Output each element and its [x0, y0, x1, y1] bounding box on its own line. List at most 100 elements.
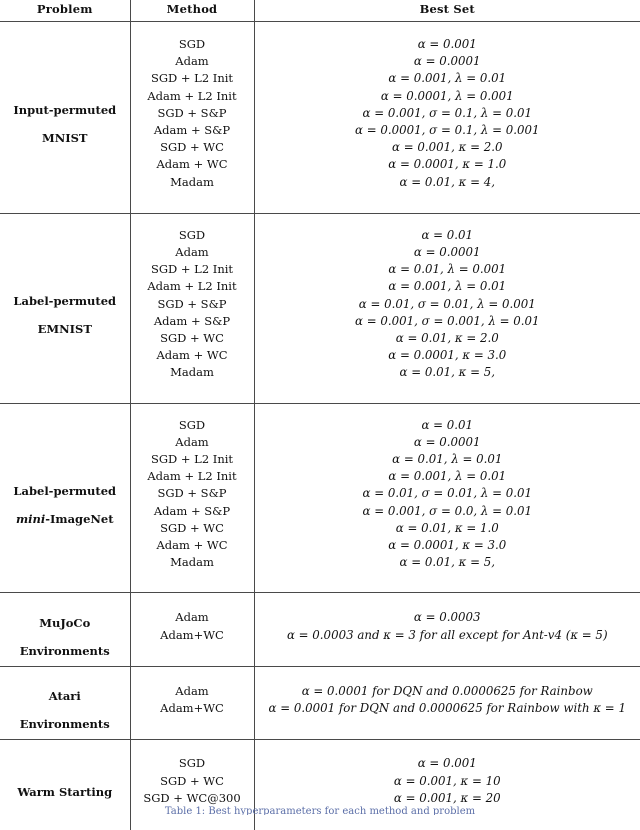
problem-label-line1: MuJoCo: [39, 616, 90, 630]
best-set-item: α = 0.01, κ = 2.0: [255, 330, 640, 347]
table-row: Warm Starting SGD SGD + WC SGD + WC@300 …: [0, 740, 640, 830]
best-set-list: α = 0.0001 for DQN and 0.0000625 for Rai…: [255, 667, 640, 739]
best-set-item: α = 0.001, λ = 0.01: [255, 278, 640, 295]
problem-label-line2: EMNIST: [38, 322, 92, 336]
best-set-cell: α = 0.0003 α = 0.0003 and κ = 3 for all …: [254, 593, 640, 666]
table-page: Problem Method Best Set Input-permuted M…: [0, 0, 640, 815]
best-set-cell: α = 0.001 α = 0.0001 α = 0.001, λ = 0.01…: [254, 22, 640, 214]
method-item: Adam+WC: [131, 627, 254, 644]
method-item: Adam + L2 Init: [131, 278, 254, 295]
method-list: Adam Adam+WC: [131, 593, 254, 665]
best-set-item: α = 0.0001, κ = 3.0: [255, 347, 640, 364]
best-set-item: α = 0.01, κ = 1.0: [255, 520, 640, 537]
best-set-item: α = 0.0001, λ = 0.001: [255, 88, 640, 105]
problem-label-line1: Warm Starting: [17, 785, 112, 799]
problem-label-input-permuted-mnist: Input-permuted MNIST: [0, 89, 130, 145]
best-set-item: α = 0.01, σ = 0.01, λ = 0.01: [255, 485, 640, 502]
method-item: Adam + L2 Init: [131, 88, 254, 105]
best-set-item: α = 0.0001: [255, 434, 640, 451]
method-item: SGD: [131, 227, 254, 244]
best-set-item: α = 0.0001 for DQN and 0.0000625 for Rai…: [255, 683, 640, 700]
method-item: Adam: [131, 434, 254, 451]
best-set-list: α = 0.001 α = 0.0001 α = 0.001, λ = 0.01…: [255, 22, 640, 213]
problem-label-line2: MNIST: [42, 131, 87, 145]
problem-cell: Warm Starting: [0, 740, 130, 830]
method-cell: SGD Adam SGD + L2 Init Adam + L2 Init SG…: [130, 22, 254, 214]
best-set-cell: α = 0.001 α = 0.001, κ = 10 α = 0.001, κ…: [254, 740, 640, 830]
best-set-item: α = 0.0003: [255, 609, 640, 626]
best-set-item: α = 0.01, κ = 4,: [255, 174, 640, 191]
method-item: Adam + S&P: [131, 313, 254, 330]
table-row: Label-permuted EMNIST SGD Adam SGD + L2 …: [0, 213, 640, 403]
method-item: Adam: [131, 53, 254, 70]
problem-cell: Atari Environments: [0, 666, 130, 739]
column-header-problem: Problem: [0, 0, 130, 22]
best-set-item: α = 0.01: [255, 227, 640, 244]
method-item: Adam + S&P: [131, 503, 254, 520]
best-set-item: α = 0.0001 for DQN and 0.0000625 for Rai…: [255, 700, 640, 717]
method-list: SGD Adam SGD + L2 Init Adam + L2 Init SG…: [131, 214, 254, 403]
table-row: Label-permuted mini-ImageNet SGD Adam SG…: [0, 403, 640, 593]
method-cell: SGD Adam SGD + L2 Init Adam + L2 Init SG…: [130, 213, 254, 403]
method-item: SGD + WC: [131, 773, 254, 790]
problem-label-mujoco-environments: MuJoCo Environments: [0, 602, 130, 658]
best-set-list: α = 0.0003 α = 0.0003 and κ = 3 for all …: [255, 593, 640, 665]
method-cell: SGD Adam SGD + L2 Init Adam + L2 Init SG…: [130, 403, 254, 593]
best-set-cell: α = 0.01 α = 0.0001 α = 0.01, λ = 0.001 …: [254, 213, 640, 403]
method-item: SGD + WC: [131, 139, 254, 156]
problem-label-line2: Environments: [20, 644, 110, 658]
method-item: SGD + WC: [131, 520, 254, 537]
best-set-item: α = 0.001, κ = 20: [255, 790, 640, 807]
table-caption: Table 1: Best hyperparameters for each m…: [0, 806, 640, 815]
table-header: Problem Method Best Set: [0, 0, 640, 22]
best-set-item: α = 0.0001, σ = 0.1, λ = 0.001: [255, 122, 640, 139]
problem-label-line1: Input-permuted: [13, 103, 116, 117]
best-set-item: α = 0.01, κ = 5,: [255, 554, 640, 571]
method-item: SGD + S&P: [131, 296, 254, 313]
problem-label-line1: Label-permuted: [13, 484, 116, 498]
method-cell: SGD SGD + WC SGD + WC@300: [130, 740, 254, 830]
problem-label-label-permuted-mini-imagenet: Label-permuted mini-ImageNet: [0, 470, 130, 526]
table-row: Input-permuted MNIST SGD Adam SGD + L2 I…: [0, 22, 640, 214]
method-list: SGD Adam SGD + L2 Init Adam + L2 Init SG…: [131, 404, 254, 593]
method-item: SGD + L2 Init: [131, 70, 254, 87]
table-row: Atari Environments Adam Adam+WC α = 0.00…: [0, 666, 640, 739]
method-item: Adam: [131, 683, 254, 700]
best-set-item: α = 0.0001: [255, 53, 640, 70]
table-row: MuJoCo Environments Adam Adam+WC α = 0.0…: [0, 593, 640, 666]
problem-cell: MuJoCo Environments: [0, 593, 130, 666]
method-list: Adam Adam+WC: [131, 667, 254, 739]
method-list: SGD Adam SGD + L2 Init Adam + L2 Init SG…: [131, 22, 254, 213]
method-item: SGD + S&P: [131, 485, 254, 502]
problem-label-italic-prefix: mini: [16, 512, 45, 526]
method-item: Adam + WC: [131, 156, 254, 173]
method-item: Adam + WC: [131, 537, 254, 554]
best-set-item: α = 0.01, κ = 5,: [255, 364, 640, 381]
method-item: Madam: [131, 174, 254, 191]
method-item: Adam+WC: [131, 700, 254, 717]
method-item: SGD: [131, 417, 254, 434]
problem-cell: Label-permuted EMNIST: [0, 213, 130, 403]
problem-cell: Input-permuted MNIST: [0, 22, 130, 214]
best-set-item: α = 0.001, σ = 0.0, λ = 0.01: [255, 503, 640, 520]
best-set-item: α = 0.01, σ = 0.01, λ = 0.001: [255, 296, 640, 313]
best-set-item: α = 0.0001, κ = 1.0: [255, 156, 640, 173]
best-set-list: α = 0.01 α = 0.0001 α = 0.01, λ = 0.001 …: [255, 214, 640, 403]
best-set-cell: α = 0.0001 for DQN and 0.0000625 for Rai…: [254, 666, 640, 739]
best-set-item: α = 0.01, λ = 0.001: [255, 261, 640, 278]
method-item: SGD: [131, 36, 254, 53]
best-set-item: α = 0.001, λ = 0.01: [255, 468, 640, 485]
hyperparameter-table: Problem Method Best Set Input-permuted M…: [0, 0, 640, 830]
method-item: SGD: [131, 755, 254, 772]
method-item: SGD + L2 Init: [131, 451, 254, 468]
best-set-item: α = 0.001: [255, 36, 640, 53]
problem-label-warm-starting: Warm Starting: [0, 771, 130, 799]
problem-label-line1: Label-permuted: [13, 294, 116, 308]
method-cell: Adam Adam+WC: [130, 593, 254, 666]
method-item: Adam: [131, 244, 254, 261]
method-list: SGD SGD + WC SGD + WC@300: [131, 740, 254, 830]
method-item: Adam + L2 Init: [131, 468, 254, 485]
best-set-item: α = 0.01, λ = 0.01: [255, 451, 640, 468]
best-set-item: α = 0.001, κ = 2.0: [255, 139, 640, 156]
best-set-cell: α = 0.01 α = 0.0001 α = 0.01, λ = 0.01 α…: [254, 403, 640, 593]
